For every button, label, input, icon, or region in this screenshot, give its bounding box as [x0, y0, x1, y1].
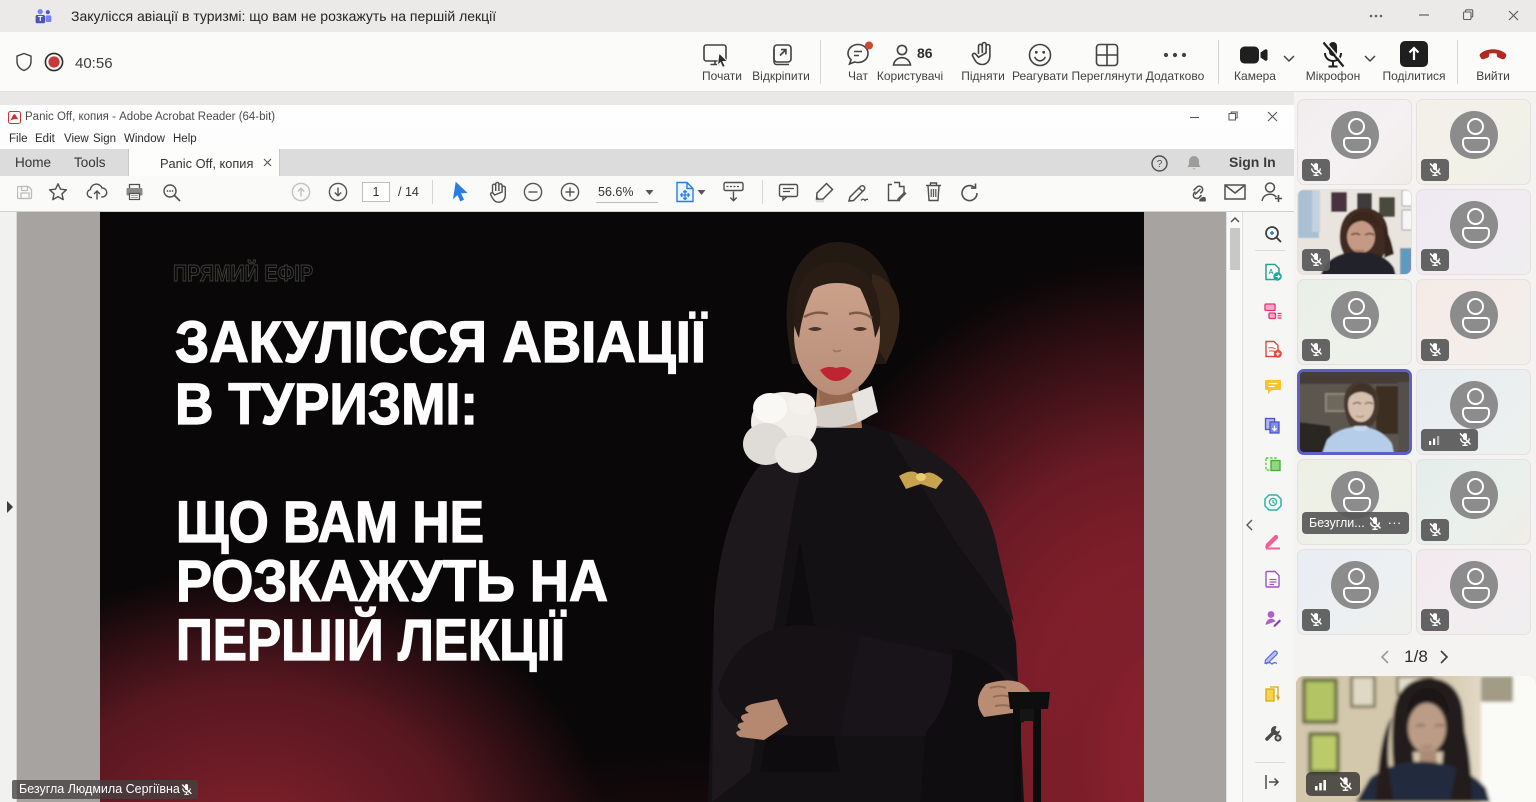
svg-text:ЩО ВАМ НЕ: ЩО ВАМ НЕ — [176, 490, 484, 555]
svg-text:ПЕРШІЙ ЛЕКЦІЇ: ПЕРШІЙ ЛЕКЦІЇ — [176, 608, 567, 673]
svg-text:ПРЯМИЙ ЕФІР: ПРЯМИЙ ЕФІР — [173, 259, 313, 286]
svg-text:A: A — [1268, 269, 1273, 276]
svg-text:ЗАКУЛІССЯ АВІАЦІЇ: ЗАКУЛІССЯ АВІАЦІЇ — [175, 310, 708, 375]
svg-text:РОЗКАЖУТЬ НА: РОЗКАЖУТЬ НА — [176, 549, 608, 614]
svg-text:?: ? — [1157, 159, 1163, 170]
svg-text:T: T — [38, 14, 43, 23]
svg-text:В ТУРИЗМІ:: В ТУРИЗМІ: — [175, 372, 478, 437]
